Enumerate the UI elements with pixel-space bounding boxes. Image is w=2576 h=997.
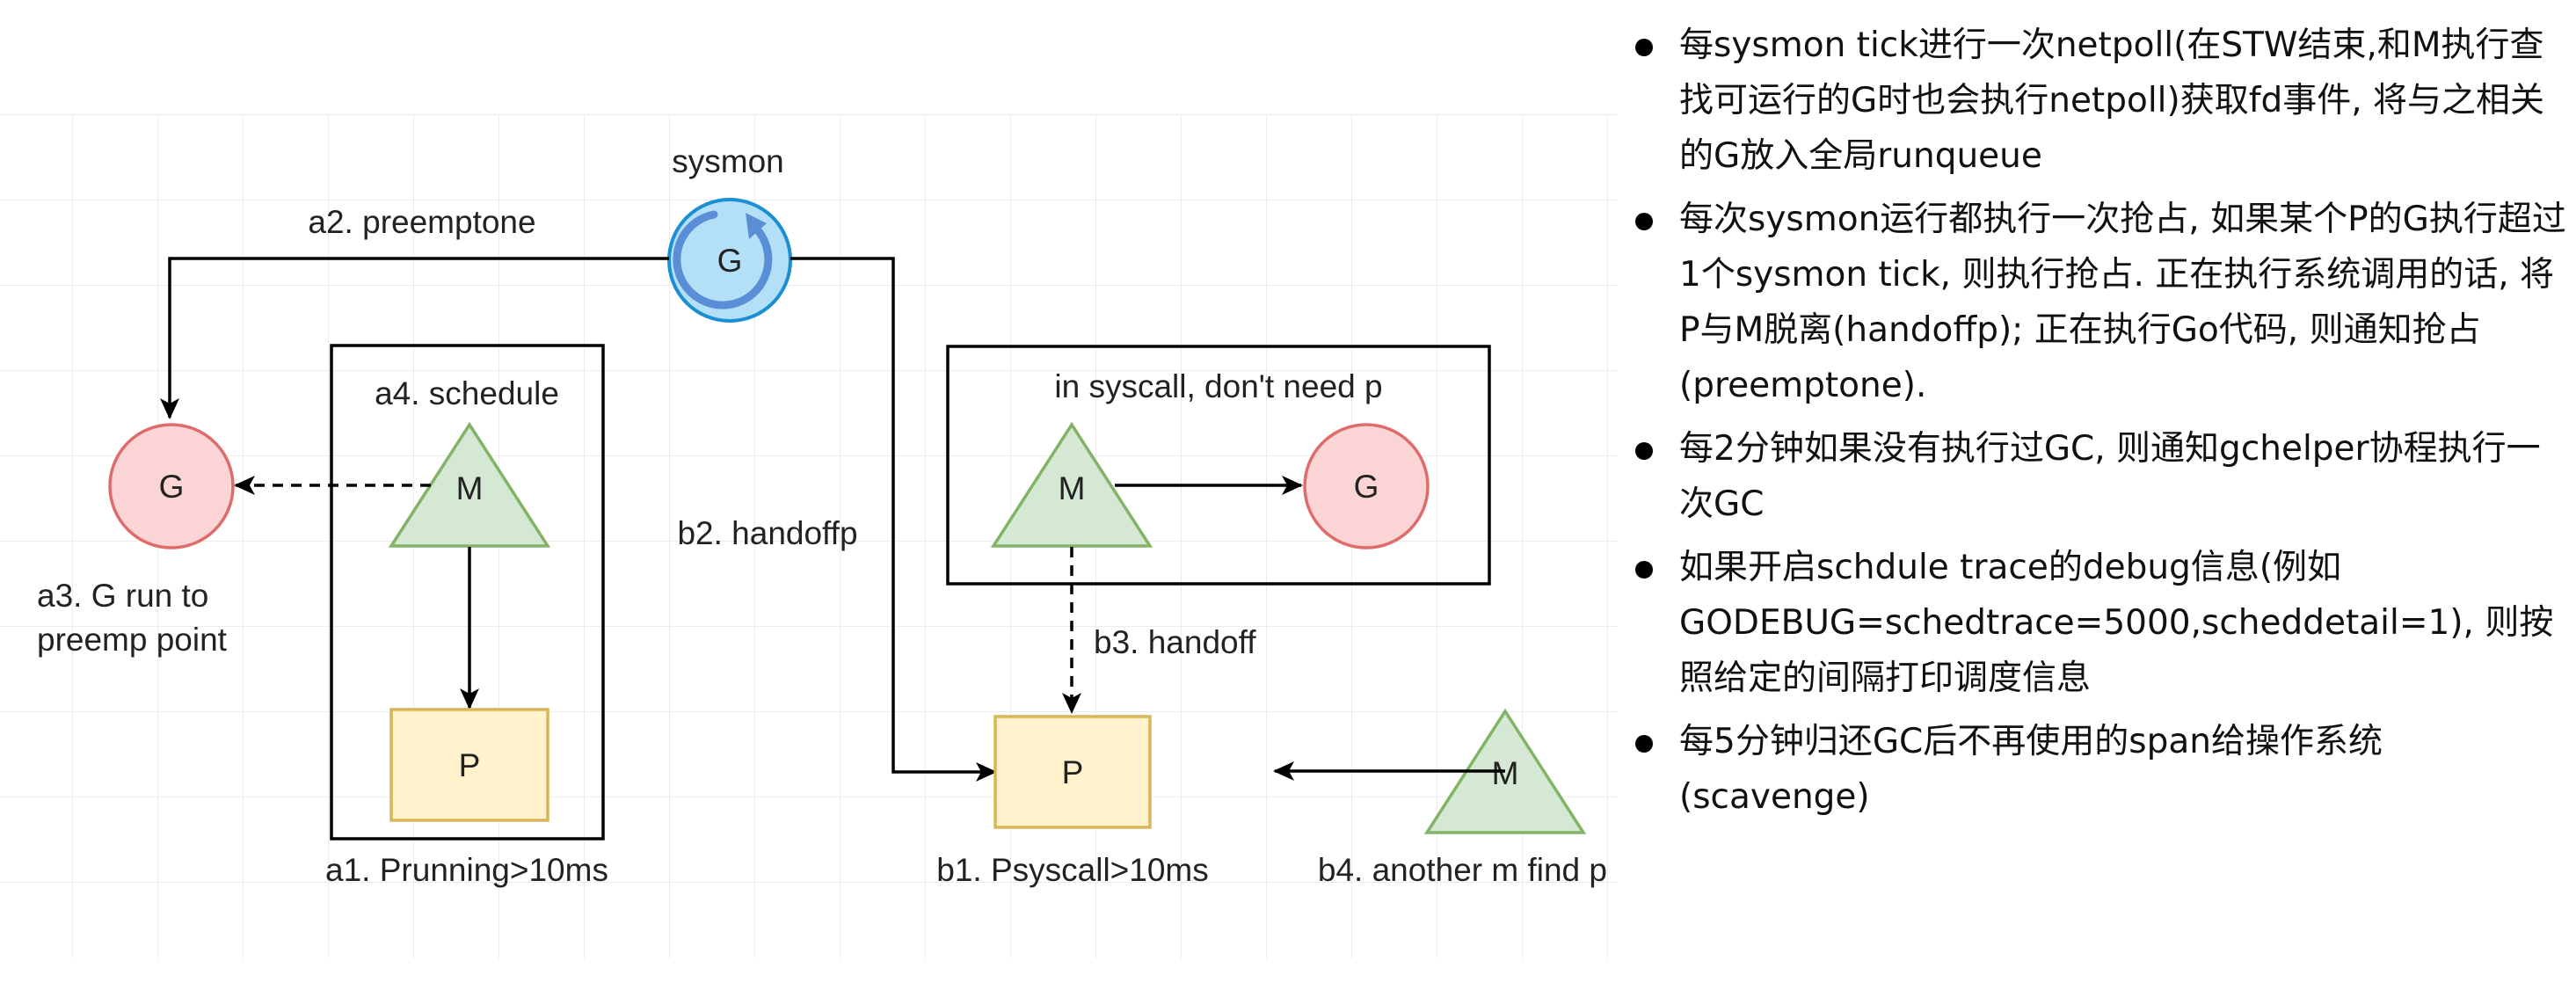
bullet-text: 每sysmon tick进行一次netpoll(在STW结束,和M执行查找可运行… bbox=[1679, 25, 2545, 176]
bullet-dot bbox=[1635, 561, 1653, 579]
bullet-text: 每次sysmon运行都执行一次抢占, 如果某个P的G执行超过1个sysmon t… bbox=[1679, 200, 2566, 405]
bullet-item: 每5分钟归还GC后不再使用的span给操作系统(scavenge) bbox=[1618, 714, 2572, 825]
bullet-text: 每2分钟如果没有执行过GC, 则通知gchelper协程执行一次GC bbox=[1679, 429, 2541, 524]
label-a2-preemptone: a2. preemptone bbox=[308, 204, 535, 240]
label-a4-schedule: a4. schedule bbox=[375, 375, 559, 411]
m-node-b4-label: M bbox=[1492, 755, 1519, 791]
bullet-dot bbox=[1635, 735, 1653, 753]
sysmon-label: sysmon bbox=[672, 143, 783, 179]
bullet-item: 每次sysmon运行都执行一次抢占, 如果某个P的G执行超过1个sysmon t… bbox=[1618, 192, 2572, 413]
bullet-item: 每sysmon tick进行一次netpoll(在STW结束,和M执行查找可运行… bbox=[1618, 18, 2572, 184]
sysmon-node-label: G bbox=[717, 243, 743, 279]
g-node-syscall-label: G bbox=[1354, 469, 1379, 505]
p-node-b-label: P bbox=[1062, 754, 1084, 790]
bullet-dot bbox=[1635, 39, 1653, 56]
label-b1-psyscall: b1. Psyscall>10ms bbox=[936, 852, 1209, 888]
bullet-text: 如果开启schdule trace的debug信息(例如GODEBUG=sche… bbox=[1679, 548, 2554, 698]
label-a3-line2: preemp point bbox=[37, 622, 228, 658]
sysmon-duties-list: 每sysmon tick进行一次netpoll(在STW结束,和M执行查找可运行… bbox=[1618, 18, 2572, 833]
bullet-dot bbox=[1635, 213, 1653, 230]
label-a1-prunning: a1. Prunning>10ms bbox=[325, 852, 608, 888]
g-node-syscall[interactable]: G bbox=[1303, 423, 1430, 549]
bullet-text: 每5分钟归还GC后不再使用的span给操作系统(scavenge) bbox=[1679, 722, 2383, 817]
p-node-a[interactable]: P bbox=[389, 708, 549, 822]
g-node-left-label: G bbox=[159, 469, 185, 505]
bullet-item: 如果开启schdule trace的debug信息(例如GODEBUG=sche… bbox=[1618, 540, 2572, 706]
syscall-box-label: in syscall, don't need p bbox=[1054, 368, 1382, 404]
label-b4-another-m: b4. another m find p bbox=[1318, 852, 1607, 888]
g-node-left[interactable]: G bbox=[108, 423, 235, 549]
label-b2-handoffp: b2. handoffp bbox=[677, 515, 857, 551]
p-node-b[interactable]: P bbox=[993, 715, 1152, 829]
label-a3-line1: a3. G run to bbox=[37, 578, 208, 614]
bullet-dot bbox=[1635, 442, 1653, 460]
bullet-item: 每2分钟如果没有执行过GC, 则通知gchelper协程执行一次GC bbox=[1618, 421, 2572, 532]
label-b3-handoff: b3. handoff bbox=[1094, 624, 1256, 660]
p-node-a-label: P bbox=[459, 747, 481, 783]
m-node-a-label: M bbox=[456, 470, 484, 506]
scheduler-diagram: sysmon G a2. preemptone G a3. G run to p… bbox=[0, 114, 1618, 958]
sysmon-node[interactable]: G bbox=[667, 198, 792, 323]
m-node-b-label: M bbox=[1059, 470, 1086, 506]
